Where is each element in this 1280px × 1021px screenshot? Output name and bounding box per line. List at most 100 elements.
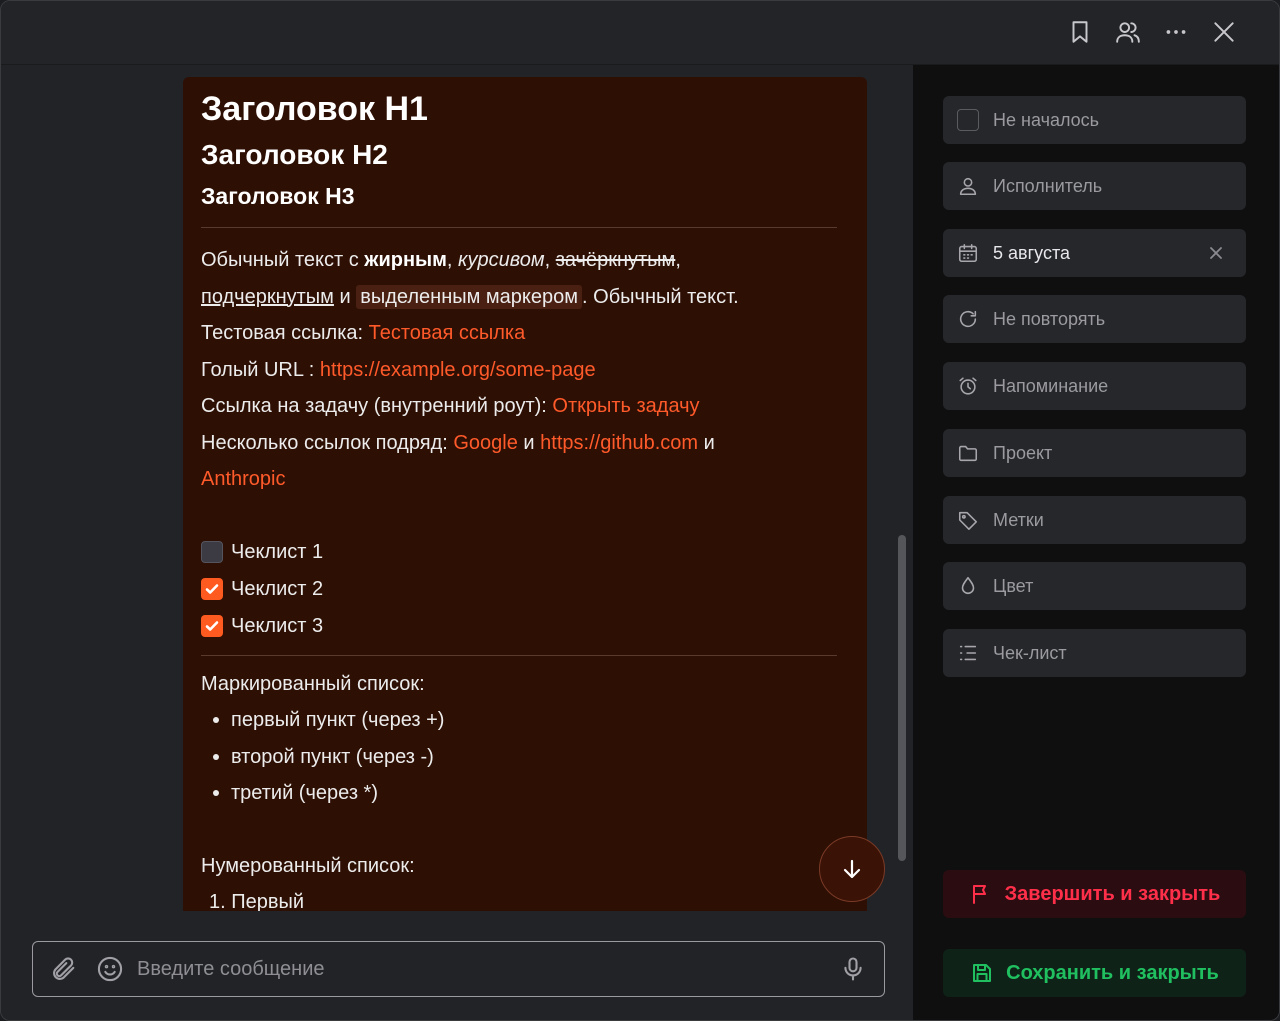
text-separator: , <box>446 249 459 271</box>
heading-h2: Заголовок H2 <box>201 139 388 170</box>
tag-icon <box>957 509 979 531</box>
line-anthropic-link: Anthropic <box>201 461 837 498</box>
text-separator: , <box>675 249 681 271</box>
tags-label: Метки <box>993 509 1044 530</box>
text-plain: Тестовая ссылка: <box>201 322 369 344</box>
bullet-list: первый пункт (через +) второй пункт (чер… <box>201 702 837 812</box>
status-field[interactable]: Не началось <box>943 96 1246 144</box>
checklist-label: Чеклист 2 <box>231 577 324 600</box>
checkbox-checked[interactable] <box>201 578 223 600</box>
checklist-field[interactable]: Чек-лист <box>943 629 1246 677</box>
text-plain: . Обычный текст. <box>582 285 739 308</box>
user-icon <box>957 175 979 197</box>
heading-h1: Заголовок H1 <box>201 90 428 128</box>
more-icon[interactable] <box>1159 15 1193 49</box>
droplet-icon <box>957 575 979 597</box>
task-window: Заголовок H1 Заголовок H2 Заголовок H3 О… <box>0 0 1280 1021</box>
text-plain: Обычный текст с <box>201 249 365 271</box>
editor-pane: Заголовок H1 Заголовок H2 Заголовок H3 О… <box>1 65 913 1020</box>
finish-and-close-button[interactable]: Завершить и закрыть <box>943 870 1246 918</box>
heading-h3: Заголовок H3 <box>201 183 355 209</box>
github-link[interactable]: https://github.com <box>540 432 698 454</box>
google-link[interactable]: Google <box>453 432 518 454</box>
text-separator: и <box>333 285 357 308</box>
text-bold: жирным <box>364 249 447 271</box>
paragraph-formatting: Обычный текст с жирным, курсивом, зачёрк… <box>201 242 837 279</box>
arrow-down-icon <box>843 859 861 879</box>
due-date-field[interactable]: 5 августа <box>943 229 1246 277</box>
reminder-field[interactable]: Напоминание <box>943 362 1246 410</box>
numbered-list-item: 1. Первый <box>209 891 305 911</box>
tags-field[interactable]: Метки <box>943 496 1246 544</box>
status-checkbox-icon <box>957 109 979 131</box>
save-and-close-button[interactable]: Сохранить и закрыть <box>943 949 1246 997</box>
save-icon <box>973 964 992 982</box>
text-plain: Ссылка на задачу (внутренний роут): <box>201 395 553 417</box>
assignee-field[interactable]: Исполнитель <box>943 162 1246 210</box>
paperclip-icon[interactable] <box>47 952 81 986</box>
list-icon <box>957 642 979 664</box>
repeat-label: Не повторять <box>993 308 1106 329</box>
close-icon[interactable] <box>1207 15 1241 49</box>
list-item: второй пункт (через -) <box>201 739 837 776</box>
repeat-field[interactable]: Не повторять <box>943 295 1246 343</box>
properties-sidebar: Не началось Исполнитель 5 августа Не пов… <box>913 65 1279 1020</box>
line-multiple-links: Несколько ссылок подряд: Google и https:… <box>201 425 837 462</box>
color-field[interactable]: Цвет <box>943 562 1246 610</box>
paragraph-formatting-2: подчеркнутым и выделенным маркером. Обыч… <box>201 279 837 316</box>
checklist-label: Чеклист 1 <box>231 540 324 563</box>
checklist-item[interactable]: Чеклист 2 <box>201 571 837 608</box>
checkbox-checked[interactable] <box>201 615 223 637</box>
checklist: Чеклист 1 Чеклист 2 Чеклист 3 <box>201 534 837 645</box>
line-test-link: Тестовая ссылка: Тестовая ссылка <box>201 315 837 352</box>
text-strikethrough: зачёркнутым <box>555 249 676 271</box>
users-icon[interactable] <box>1111 15 1145 49</box>
text-separator: , <box>544 249 556 271</box>
project-label: Проект <box>993 442 1053 463</box>
bullet-list-title: Маркированный список: <box>201 672 425 695</box>
project-field[interactable]: Проект <box>943 429 1246 477</box>
message-input[interactable] <box>137 957 836 981</box>
checkbox-unchecked[interactable] <box>201 541 223 563</box>
clear-date-icon[interactable] <box>1206 243 1226 263</box>
scroll-down-button[interactable] <box>819 836 885 902</box>
checklist-item[interactable]: Чеклист 3 <box>201 608 837 645</box>
note-content[interactable]: Заголовок H1 Заголовок H2 Заголовок H3 О… <box>183 77 867 911</box>
editor-scrollbar[interactable] <box>898 535 906 861</box>
toolbar-icons <box>1063 15 1241 49</box>
divider <box>201 227 837 228</box>
checklist-item[interactable]: Чеклист 1 <box>201 534 837 571</box>
text-separator: и <box>517 431 541 454</box>
numbered-list-title: Нумерованный список: <box>201 854 415 877</box>
line-bare-url: Голый URL : https://example.org/some-pag… <box>201 352 837 389</box>
text-separator: и <box>698 431 715 454</box>
text-highlight: выделенным маркером <box>356 284 583 309</box>
divider <box>201 654 837 656</box>
microphone-icon[interactable] <box>836 952 870 986</box>
flag-icon <box>972 885 986 904</box>
text-underline: подчеркнутым <box>201 285 334 308</box>
bookmark-icon[interactable] <box>1063 15 1097 49</box>
repeat-icon <box>957 308 979 330</box>
calendar-icon <box>957 242 979 264</box>
open-task-link[interactable]: Открыть задачу <box>552 395 699 417</box>
status-label: Не началось <box>993 109 1100 130</box>
checklist-label: Чек-лист <box>993 642 1067 663</box>
alarm-clock-icon <box>957 375 979 397</box>
emoji-icon[interactable] <box>93 952 127 986</box>
check-icon <box>205 621 219 631</box>
check-icon <box>205 584 219 594</box>
checklist-label: Чеклист 3 <box>231 614 324 637</box>
test-link[interactable]: Тестовая ссылка <box>369 322 526 344</box>
reminder-label: Напоминание <box>993 375 1109 396</box>
list-item: третий (через *) <box>201 775 837 812</box>
text-plain: Несколько ссылок подряд: <box>201 431 454 454</box>
anthropic-link[interactable]: Anthropic <box>201 468 286 490</box>
text-italic: курсивом <box>458 249 545 271</box>
list-item: первый пункт (через +) <box>201 702 837 739</box>
bare-url-link[interactable]: https://example.org/some-page <box>320 359 596 381</box>
due-date-label: 5 августа <box>993 242 1071 263</box>
line-task-link: Ссылка на задачу (внутренний роут): Откр… <box>201 388 837 425</box>
